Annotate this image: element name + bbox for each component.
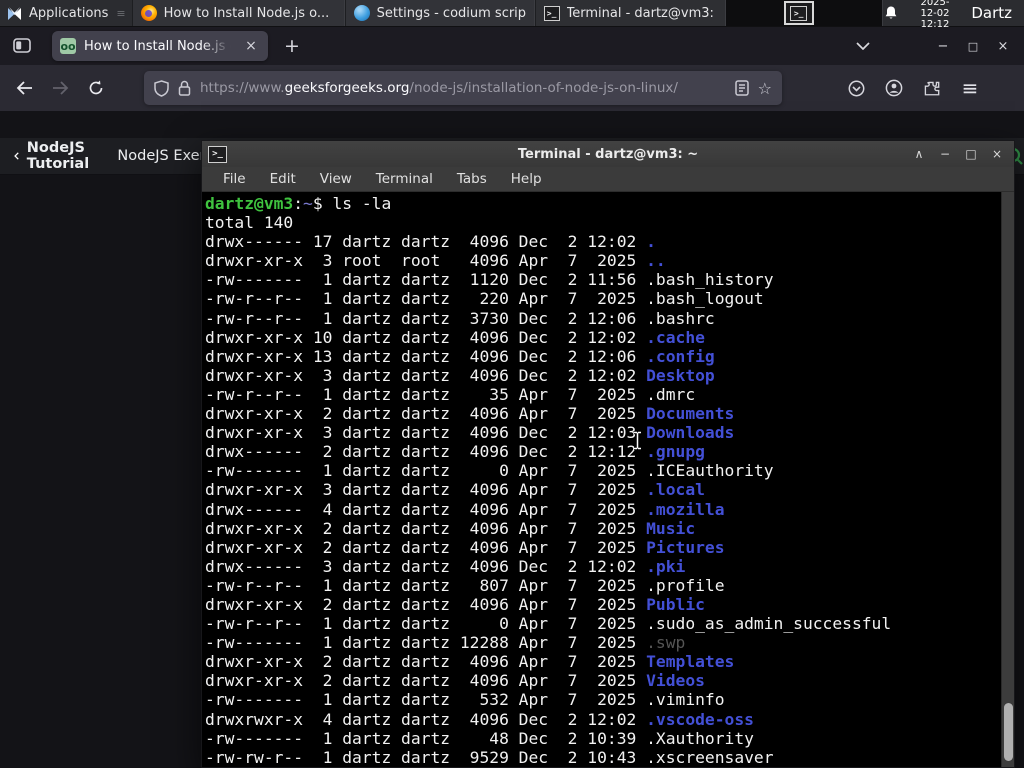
terminal-listing-row: drwxrwxr-x 4 dartz dartz 4096 Dec 2 12:0… [205, 709, 754, 729]
terminal-listing-row: -rw-r--r-- 1 dartz dartz 35 Apr 7 2025 .… [205, 384, 696, 404]
terminal-window: >_ Terminal - dartz@vm3: ~ ∧ − □ × File E… [201, 140, 1015, 768]
terminal-icon: >_ [543, 5, 560, 21]
terminal-listing-row: -rw-r--r-- 1 dartz dartz 3730 Dec 2 12:0… [205, 308, 715, 328]
window-maximize-button[interactable]: □ [958, 33, 988, 59]
terminal-listing-row: -rw-r--r-- 1 dartz dartz 0 Apr 7 2025 .s… [205, 614, 892, 634]
taskbar-item-label: Settings - codium script... [376, 5, 526, 21]
back-button[interactable] [8, 72, 40, 104]
terminal-listing-row: drwxr-xr-x 2 dartz dartz 4096 Apr 7 2025… [205, 537, 725, 557]
new-tab-button[interactable]: + [278, 32, 306, 60]
terminal-menu-edit[interactable]: Edit [259, 169, 307, 189]
terminal-maximize-button[interactable]: □ [960, 144, 982, 164]
shield-icon[interactable] [154, 79, 169, 97]
clock-date: 2025-12-02 [920, 0, 950, 19]
terminal-listing-row: drwxr-xr-x 10 dartz dartz 4096 Dec 2 12:… [205, 327, 705, 347]
url-bar[interactable]: https://www.geeksforgeeks.org/node-js/in… [144, 71, 782, 105]
terminal-listing-row: -rw-r--r-- 1 dartz dartz 220 Apr 7 2025 … [205, 289, 764, 309]
lock-icon[interactable] [178, 80, 191, 96]
terminal-listing-row: drwx------ 2 dartz dartz 4096 Dec 2 12:1… [205, 442, 705, 462]
xfce-logo-icon [6, 5, 23, 22]
terminal-listing-row: drwx------ 4 dartz dartz 4096 Apr 7 2025… [205, 499, 725, 519]
bookmark-star-icon[interactable]: ☆ [758, 79, 772, 98]
browser-tab-active[interactable]: oo How to Install Node.js on × [52, 31, 268, 61]
window-minimize-button[interactable]: − [928, 33, 958, 59]
terminal-listing-row: drwxr-xr-x 3 root root 4096 Apr 7 2025 .… [205, 251, 666, 271]
panel-clock[interactable]: 2025-12-02 12:12 [913, 0, 958, 30]
menu-hamburger-icon[interactable]: ≡ [956, 74, 984, 102]
tab-close-icon[interactable]: × [242, 37, 260, 55]
terminal-listing-row: drwxr-xr-x 2 dartz dartz 4096 Apr 7 2025… [205, 671, 705, 691]
pocket-icon[interactable] [842, 74, 870, 102]
applications-label: Applications [29, 5, 109, 21]
terminal-shade-button[interactable]: ∧ [908, 144, 930, 164]
forward-button[interactable] [44, 72, 76, 104]
terminal-menu-view[interactable]: View [309, 169, 363, 189]
taskbar-item-codium[interactable]: Settings - codium script... [344, 0, 535, 26]
taskbar-item-terminal[interactable]: >_ Terminal - dartz@vm3: ~ [534, 0, 726, 26]
clock-time: 12:12 [920, 18, 950, 30]
terminal-listing-row: drwxr-xr-x 3 dartz dartz 4096 Dec 2 12:0… [205, 423, 735, 443]
terminal-menu-help[interactable]: Help [500, 169, 553, 189]
terminal-scrollbar-thumb[interactable] [1004, 703, 1013, 761]
terminal-icon: >_ [790, 5, 808, 21]
terminal-listing-row: -rw------- 1 dartz dartz 1120 Dec 2 11:5… [205, 270, 774, 290]
terminal-listing-row: -rw------- 1 dartz dartz 0 Apr 7 2025 .I… [205, 461, 774, 481]
terminal-listing-row: drwxr-xr-x 3 dartz dartz 4096 Apr 7 2025… [205, 480, 705, 500]
terminal-listing-row: drwxr-xr-x 3 dartz dartz 4096 Dec 2 12:0… [205, 365, 715, 385]
firefox-view-button[interactable] [6, 32, 38, 60]
system-tray: >_ [725, 0, 883, 26]
tray-terminal-icon[interactable]: >_ [783, 1, 814, 25]
terminal-scrollbar-track[interactable] [1001, 192, 1014, 767]
account-icon[interactable] [880, 74, 908, 102]
terminal-listing-row: drwxr-xr-x 2 dartz dartz 4096 Apr 7 2025… [205, 594, 705, 614]
url-text: https://www.geeksforgeeks.org/node-js/in… [200, 80, 678, 96]
terminal-listing-row: -rw------- 1 dartz dartz 532 Apr 7 2025 … [205, 690, 725, 710]
window-close-button[interactable]: × [988, 33, 1018, 59]
terminal-listing-row: drwxr-xr-x 2 dartz dartz 4096 Apr 7 2025… [205, 404, 735, 424]
list-all-tabs-button[interactable] [848, 33, 878, 59]
reload-button[interactable] [80, 72, 112, 104]
navigation-toolbar: https://www.geeksforgeeks.org/node-js/in… [0, 65, 1024, 111]
gfg-favicon: oo [60, 38, 76, 54]
extensions-puzzle-icon[interactable] [918, 74, 946, 102]
mouse-ibeam-cursor [632, 431, 643, 450]
terminal-close-button[interactable]: × [986, 144, 1008, 164]
terminal-total-line: total 140 [205, 213, 294, 233]
firefox-icon [140, 5, 157, 21]
site-nav-back-link[interactable]: NodeJS Tutorial [14, 140, 93, 172]
tab-title: How to Install Node.js on [84, 38, 234, 54]
terminal-listing-row: -rw------- 1 dartz dartz 12288 Apr 7 202… [205, 633, 686, 653]
terminal-titlebar[interactable]: >_ Terminal - dartz@vm3: ~ ∧ − □ × [202, 141, 1014, 167]
terminal-listing-row: drwxr-xr-x 13 dartz dartz 4096 Dec 2 12:… [205, 346, 715, 366]
taskbar-item-label: Terminal - dartz@vm3: ~ [566, 5, 717, 21]
codium-icon [353, 5, 370, 21]
applications-menu-button[interactable]: Applications ≡ [0, 0, 132, 26]
terminal-menu-file[interactable]: File [212, 169, 257, 189]
terminal-minimize-button[interactable]: − [934, 144, 956, 164]
terminal-listing-row: drwx------ 3 dartz dartz 4096 Dec 2 12:0… [205, 556, 686, 576]
notification-bell-icon[interactable] [883, 5, 899, 21]
reader-view-icon[interactable] [734, 80, 749, 96]
taskbar-item-label: How to Install Node.js o... [163, 5, 330, 21]
terminal-menu-tabs[interactable]: Tabs [446, 169, 498, 189]
terminal-menu-terminal[interactable]: Terminal [365, 169, 444, 189]
terminal-listing-row: -rw-r--r-- 1 dartz dartz 807 Apr 7 2025 … [205, 575, 725, 595]
terminal-listing-row: -rw------- 1 dartz dartz 48 Dec 2 10:39 … [205, 728, 754, 748]
terminal-listing-row: drwxr-xr-x 2 dartz dartz 4096 Apr 7 2025… [205, 518, 696, 538]
top-panel: Applications ≡ How to Install Node.js o.… [0, 0, 1024, 30]
terminal-listing-row: drwx------ 17 dartz dartz 4096 Dec 2 12:… [205, 232, 656, 252]
taskbar-item-firefox[interactable]: How to Install Node.js o... [131, 0, 345, 26]
terminal-title: Terminal - dartz@vm3: ~ [517, 146, 699, 162]
terminal-prompt-line: dartz@vm3:~$ ls -la [205, 194, 392, 213]
terminal-listing-row: -rw-rw-r-- 1 dartz dartz 9529 Dec 2 10:4… [205, 747, 774, 767]
terminal-listing-row: drwxr-xr-x 2 dartz dartz 4096 Apr 7 2025… [205, 652, 735, 672]
panel-username: Dartz [971, 4, 1012, 22]
panel-grip-icon: ≡ [116, 6, 126, 20]
terminal-output[interactable]: dartz@vm3:~$ ls -la total 140 drwx------ 1… [202, 192, 1014, 767]
tab-bar: oo How to Install Node.js on × + − □ × [0, 27, 1024, 65]
terminal-menubar: File Edit View Terminal Tabs Help [202, 167, 1014, 192]
